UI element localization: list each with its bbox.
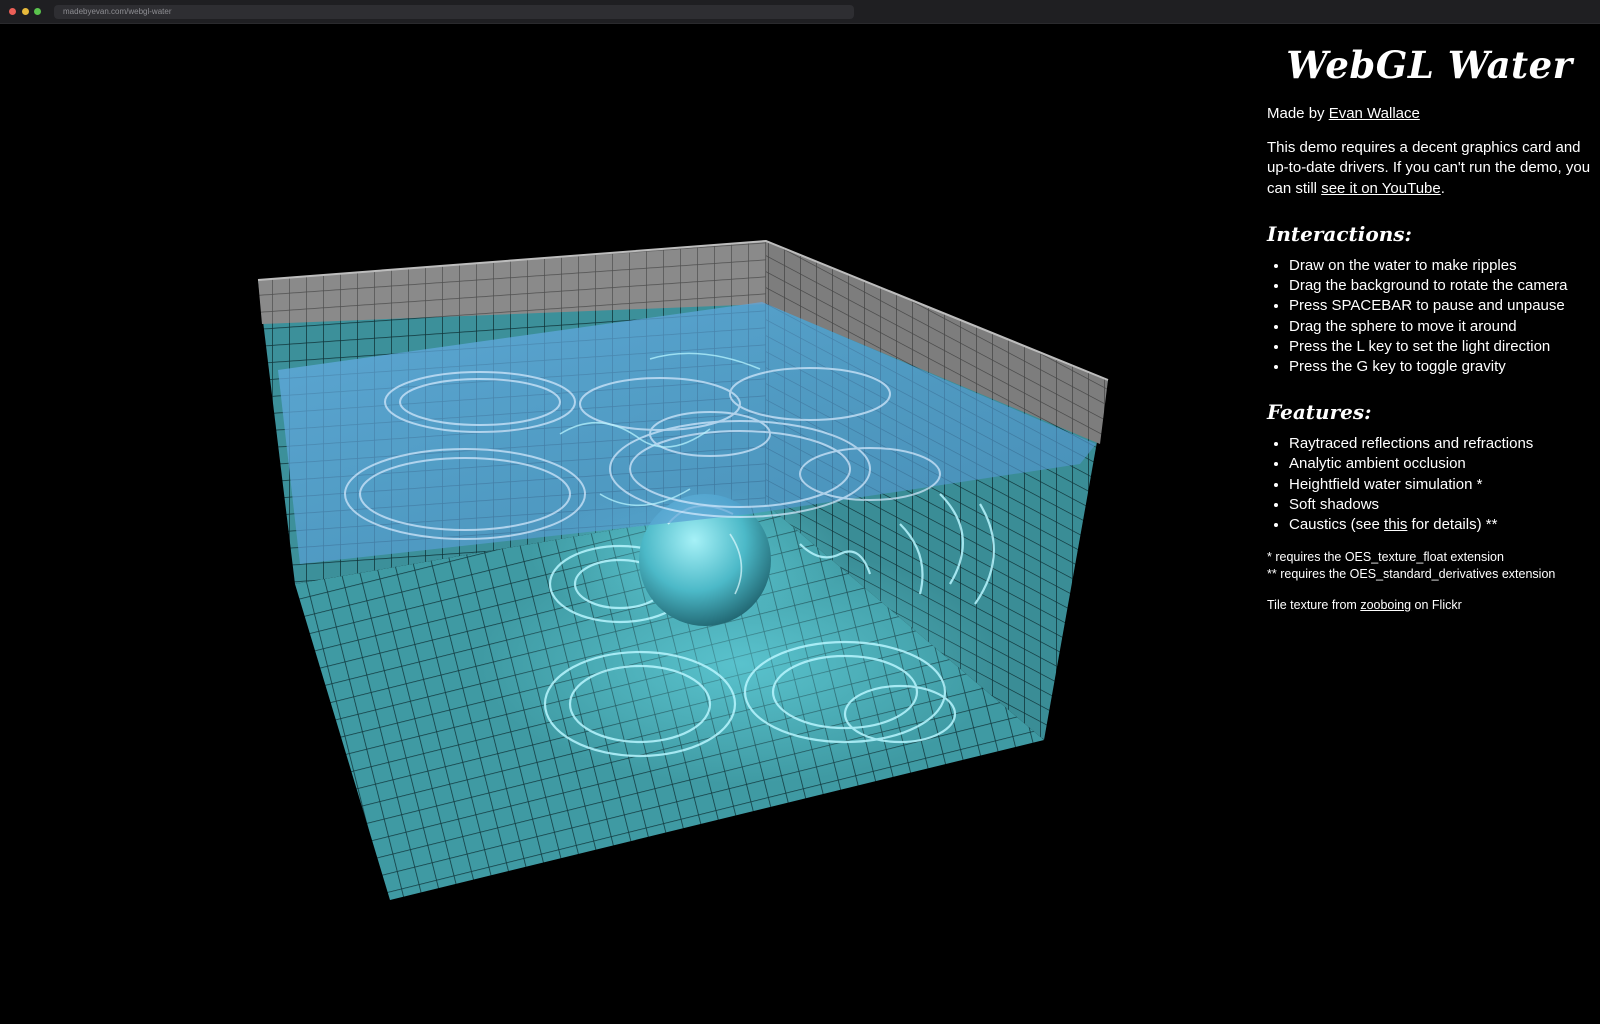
maximize-window-button[interactable]	[34, 8, 41, 15]
minimize-window-button[interactable]	[22, 8, 29, 15]
footnotes: * requires the OES_texture_float extensi…	[1267, 549, 1592, 583]
youtube-link[interactable]: see it on YouTube	[1321, 180, 1441, 197]
list-item: Raytraced reflections and refractions	[1289, 434, 1592, 454]
list-item: Analytic ambient occlusion	[1289, 454, 1592, 474]
author-link[interactable]: Evan Wallace	[1329, 105, 1420, 122]
caustics-details-link[interactable]: this	[1384, 516, 1407, 533]
list-item: Soft shadows	[1289, 495, 1592, 515]
features-list: Raytraced reflections and refractions An…	[1267, 434, 1592, 535]
footnote-texture-float: * requires the OES_texture_float extensi…	[1267, 550, 1504, 565]
requirement-suffix: .	[1440, 179, 1445, 197]
tile-credit-suffix: on Flickr	[1411, 598, 1462, 613]
list-item: Draw on the water to make ripples	[1289, 256, 1592, 276]
tile-credit-prefix: Tile texture from	[1267, 598, 1361, 613]
credit-prefix: Made by	[1267, 105, 1329, 122]
list-item-caustics: Caustics (see this for details) **	[1289, 515, 1592, 535]
close-window-button[interactable]	[9, 8, 16, 15]
requirement-text: This demo requires a decent graphics car…	[1267, 138, 1592, 200]
interactions-list: Draw on the water to make ripples Drag t…	[1267, 256, 1592, 377]
credit-line: Made by Evan Wallace	[1267, 104, 1592, 125]
tile-credit: Tile texture from zooboing on Flickr	[1267, 597, 1592, 614]
page-title: WebGL Water	[1286, 43, 1573, 87]
caustics-suffix: for details) **	[1407, 516, 1498, 534]
info-panel: WebGL Water Made by Evan Wallace This de…	[1267, 24, 1592, 614]
list-item: Press the G key to toggle gravity	[1289, 357, 1592, 377]
list-item: Drag the background to rotate the camera	[1289, 276, 1592, 296]
interactions-heading: Interactions:	[1267, 222, 1412, 246]
zooboing-link[interactable]: zooboing	[1360, 598, 1411, 612]
features-heading: Features:	[1267, 400, 1372, 425]
caustics-prefix: Caustics (see	[1289, 516, 1385, 534]
webgl-water-canvas[interactable]	[0, 24, 1240, 1024]
pool-scene[interactable]	[0, 24, 1240, 1024]
list-item: Press SPACEBAR to pause and unpause	[1289, 296, 1592, 316]
list-item: Press the L key to set the light directi…	[1289, 337, 1592, 357]
browser-toolbar: madebyevan.com/webgl-water	[0, 0, 1600, 24]
list-item: Heightfield water simulation *	[1289, 475, 1592, 495]
list-item: Drag the sphere to move it around	[1289, 317, 1592, 337]
address-bar[interactable]: madebyevan.com/webgl-water	[54, 5, 854, 19]
footnote-standard-derivatives: ** requires the OES_standard_derivatives…	[1267, 567, 1556, 582]
